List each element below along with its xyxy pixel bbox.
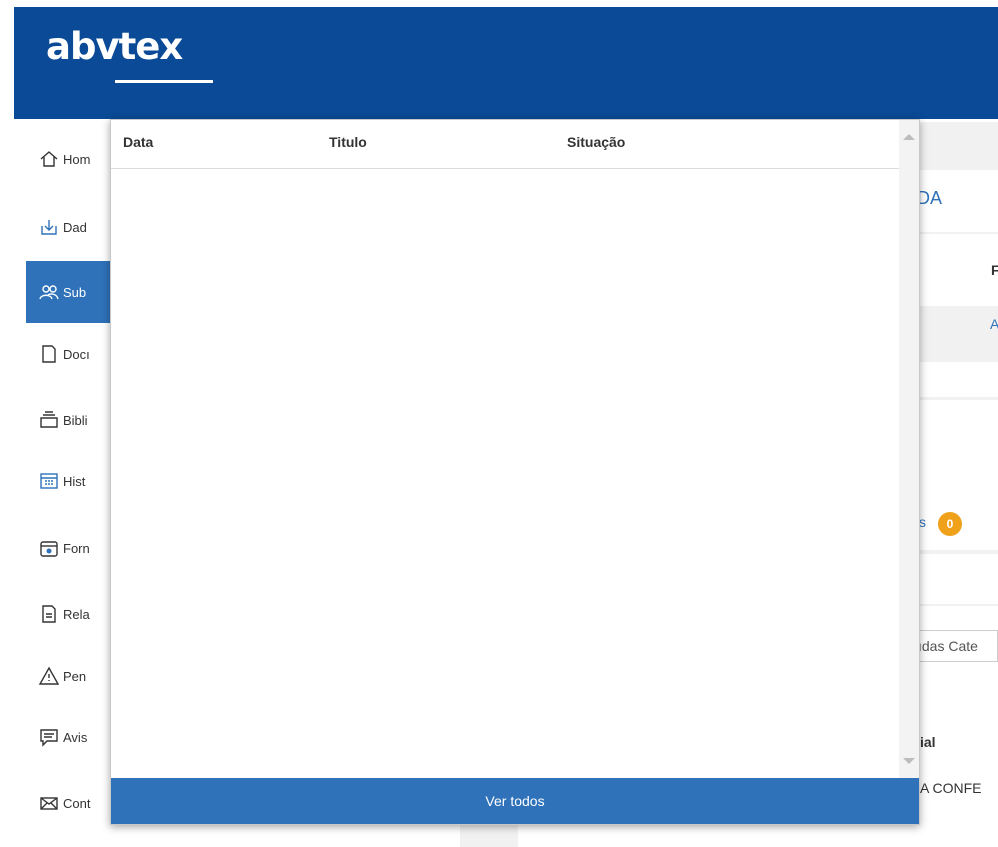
abvtex-logo[interactable]: abvtex [46,25,183,68]
scroll-up-arrow-icon[interactable] [903,134,915,140]
notifications-dropdown: Data Titulo Situação Ver todos [110,119,920,825]
sidebar-item-avisos[interactable]: Avis [26,706,116,768]
sidebar-item-home[interactable]: Hom [26,128,116,190]
sidebar-item-label: Cont [63,795,91,811]
table-row-fragment: A CONFE [920,780,982,796]
sidebar-item-label: Forn [63,540,90,556]
download-icon [38,216,60,238]
library-icon [38,409,60,431]
scroll-down-arrow-icon[interactable] [903,758,915,764]
sidebar-item-contato[interactable]: Cont [26,772,116,834]
warning-icon [38,665,60,687]
sidebar-item-label: Hist [63,473,86,489]
sidebar-item-label: Dad [63,219,87,235]
column-header-titulo[interactable]: Titulo [329,134,367,150]
sidebar-item-historico[interactable]: Hist [26,450,116,512]
home-icon [38,148,60,170]
document-icon [38,343,60,365]
logo-underline [115,80,213,83]
page-title-fragment: DA [917,188,943,208]
table-header-fragment: ial [920,734,936,750]
sidebar-item-penalidades[interactable]: Pen [26,645,116,707]
sidebar-item-label: Pen [63,668,87,684]
sidebar-item-biblioteca[interactable]: Bibli [26,389,116,451]
sidebar-item-documentos[interactable]: Docı [26,323,116,385]
sidebar-item-fornecedores[interactable]: Forn [26,517,116,579]
column-header-data[interactable]: Data [123,134,153,150]
sidebar-item-relatorios[interactable]: Rela [26,583,116,645]
category-select[interactable]: ıdas Cate [915,630,998,662]
sidebar-item-label: Hom [63,151,91,167]
column-header-situacao[interactable]: Situação [567,134,625,150]
sidebar-item-label: Rela [63,606,90,622]
sidebar-item-label: Sub [63,284,87,300]
notice-icon [38,726,60,748]
link-fragment[interactable]: A [990,316,998,332]
sidebar-item-label: Avis [63,729,88,745]
dropdown-table-header: Data Titulo Situação [111,120,901,169]
notifications-link-fragment[interactable]: s [919,514,926,530]
ver-todos-button[interactable]: Ver todos [111,778,919,824]
column-header-fragment: F [991,262,998,278]
users-icon [38,281,60,303]
sidebar-item-dados[interactable]: Dad [26,196,116,258]
calendar-icon [38,470,60,492]
sidebar-item-subcontratados[interactable]: Sub [26,261,116,323]
top-header: abvtex [14,7,998,119]
mail-icon [38,792,60,814]
dropdown-scrollbar[interactable] [899,120,919,778]
supplier-icon [38,537,60,559]
sidebar-item-label: Docı [63,346,90,362]
sidebar-item-label: Bibli [63,412,88,428]
report-icon [38,603,60,625]
notification-count-badge: 0 [938,512,962,536]
